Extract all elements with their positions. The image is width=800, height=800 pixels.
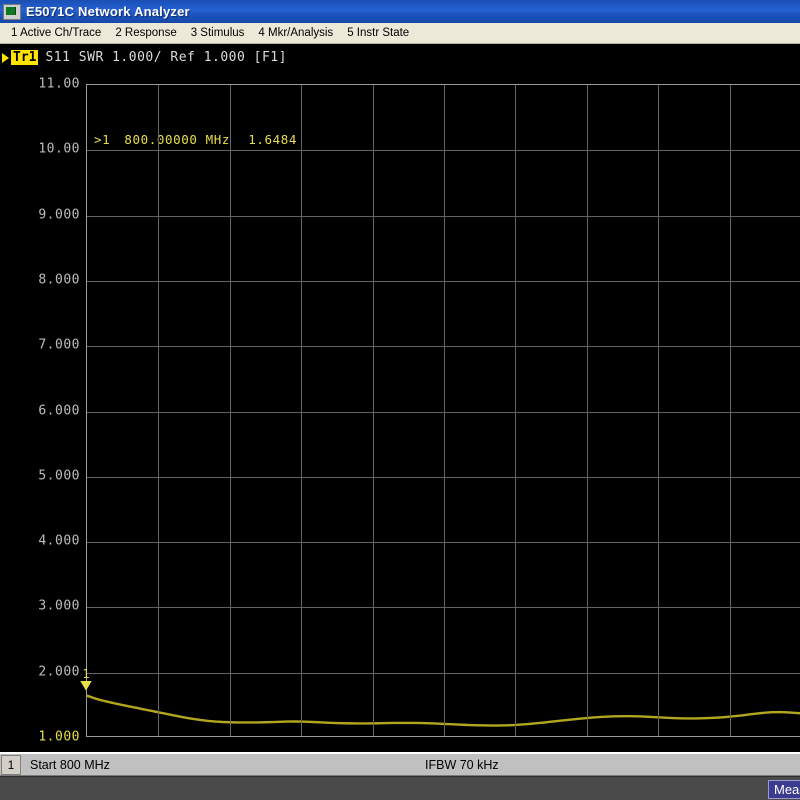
graph-area: Tr1 S11 SWR 1.000/ Ref 1.000 [F1] >1 800…: [0, 44, 800, 752]
vertical-gridline: [658, 85, 659, 736]
y-axis-tick-label: 6.000: [8, 403, 80, 418]
window-titlebar: E5071C Network Analyzer: [0, 0, 800, 23]
window-title: E5071C Network Analyzer: [26, 4, 190, 19]
menu-item-active-ch-trace[interactable]: 1 Active Ch/Trace: [5, 25, 109, 41]
y-axis-tick-label: 3.000: [8, 599, 80, 614]
horizontal-gridline: [87, 542, 800, 543]
vertical-gridline: [230, 85, 231, 736]
y-axis-tick-label: 11.00: [8, 77, 80, 92]
horizontal-gridline: [87, 346, 800, 347]
trace-format-description: S11 SWR 1.000/ Ref 1.000 [F1]: [45, 50, 286, 65]
horizontal-gridline: [87, 216, 800, 217]
analyzer-app-icon: [3, 4, 21, 20]
y-axis-tick-label: 2.000: [8, 664, 80, 679]
menu-item-instr-state[interactable]: 5 Instr State: [341, 25, 417, 41]
channel-indicator[interactable]: 1: [1, 755, 21, 775]
start-frequency-label[interactable]: Start 800 MHz: [30, 758, 110, 772]
vertical-gridline: [373, 85, 374, 736]
softkey-meas[interactable]: Meas: [768, 780, 800, 799]
y-axis-labels: 11.00 10.00 9.000 8.000 7.000 6.000 5.000 4.000…: [0, 44, 80, 752]
horizontal-gridline: [87, 412, 800, 413]
vertical-gridline: [730, 85, 731, 736]
statusbar: 1 Start 800 MHz IFBW 70 kHz: [0, 752, 800, 776]
y-axis-tick-label: 9.000: [8, 207, 80, 222]
vertical-gridline: [587, 85, 588, 736]
y-axis-tick-label: 8.000: [8, 272, 80, 287]
horizontal-gridline: [87, 150, 800, 151]
network-analyzer-window: E5071C Network Analyzer 1 Active Ch/Trac…: [0, 0, 800, 800]
vertical-gridline: [515, 85, 516, 736]
marker-1-triangle-icon: [80, 681, 92, 691]
vertical-gridline: [158, 85, 159, 736]
plot-grid[interactable]: [86, 84, 800, 737]
y-axis-tick-label: 10.00: [8, 142, 80, 157]
y-axis-tick-label: 5.000: [8, 468, 80, 483]
vertical-gridline: [444, 85, 445, 736]
vertical-gridline: [301, 85, 302, 736]
horizontal-gridline: [87, 477, 800, 478]
marker-1-pointer[interactable]: 1: [79, 669, 93, 691]
y-axis-tick-label: 1.000: [8, 730, 80, 745]
horizontal-gridline: [87, 673, 800, 674]
menu-item-mkr-analysis[interactable]: 4 Mkr/Analysis: [252, 25, 341, 41]
softkey-bar: Meas: [0, 776, 800, 800]
horizontal-gridline: [87, 607, 800, 608]
menubar: 1 Active Ch/Trace 2 Response 3 Stimulus …: [0, 23, 800, 44]
marker-1-label: 1: [82, 667, 89, 681]
horizontal-gridline: [87, 281, 800, 282]
ifbw-label[interactable]: IFBW 70 kHz: [425, 758, 499, 772]
y-axis-tick-label: 4.000: [8, 534, 80, 549]
menu-item-stimulus[interactable]: 3 Stimulus: [185, 25, 253, 41]
menu-item-response[interactable]: 2 Response: [109, 25, 184, 41]
y-axis-tick-label: 7.000: [8, 338, 80, 353]
